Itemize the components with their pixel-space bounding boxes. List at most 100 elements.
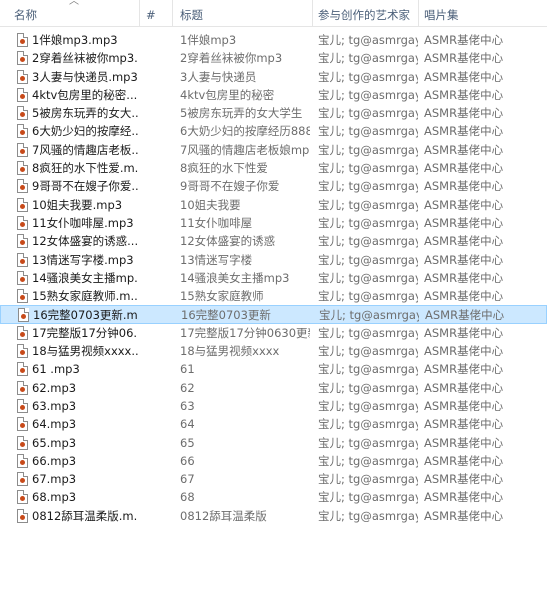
- file-artist: 宝儿; tg@asmrgay: [319, 308, 419, 323]
- file-name: 66.mp3: [32, 453, 77, 468]
- file-row[interactable]: 67.mp3 67 宝儿; tg@asmrgay ASMR基佬中心: [0, 470, 547, 488]
- audio-file-icon: [17, 325, 28, 340]
- file-title: 8疯狂的水下性爱: [180, 161, 268, 176]
- audio-badge-icon: [20, 386, 25, 392]
- audio-file-icon: [17, 51, 28, 66]
- column-header-bar: ︿ 名称 # 标题 参与创作的艺术家 唱片集: [0, 0, 547, 27]
- audio-badge-icon: [20, 459, 25, 465]
- file-title: 14骚浪美女主播mp3: [180, 270, 290, 285]
- audio-badge-icon: [20, 331, 25, 337]
- file-row[interactable]: 66.mp3 66 宝儿; tg@asmrgay ASMR基佬中心: [0, 452, 547, 470]
- file-title: 13情迷写字楼: [180, 252, 253, 267]
- file-album: ASMR基佬中心: [424, 161, 504, 176]
- audio-file-icon: [17, 344, 28, 359]
- file-title: 9哥哥不在嫂子你爱: [180, 179, 280, 194]
- file-name: 18与猛男视频xxxx....: [32, 344, 138, 359]
- file-row[interactable]: 61 .mp3 61 宝儿; tg@asmrgay ASMR基佬中心: [0, 360, 547, 378]
- file-artist: 宝儿; tg@asmrgay: [318, 362, 418, 377]
- column-header-artist[interactable]: 参与创作的艺术家: [314, 0, 418, 26]
- file-name: 3人妻与快递员.mp3: [32, 69, 138, 84]
- audio-badge-icon: [20, 57, 25, 63]
- file-artist: 宝儿; tg@asmrgay: [318, 417, 418, 432]
- file-row[interactable]: 12女体盛宴的诱惑.... 12女体盛宴的诱惑 宝儿; tg@asmrgay ASMR…: [0, 232, 547, 250]
- file-name: 17完整版17分钟06...: [32, 325, 138, 340]
- audio-badge-icon: [20, 130, 25, 136]
- file-row[interactable]: 2穿着丝袜被你mp3.... 2穿着丝袜被你mp3 宝儿; tg@asmrgay AS…: [0, 49, 547, 67]
- file-row[interactable]: 63.mp3 63 宝儿; tg@asmrgay ASMR基佬中心: [0, 397, 547, 415]
- audio-file-icon: [17, 270, 28, 285]
- file-album: ASMR基佬中心: [424, 362, 504, 377]
- column-divider[interactable]: [312, 0, 313, 26]
- file-row[interactable]: 0812舔耳温柔版.m... 0812舔耳温柔版 宝儿; tg@asmrgay ASM…: [0, 507, 547, 525]
- column-divider[interactable]: [139, 0, 140, 26]
- file-album: ASMR基佬中心: [424, 51, 504, 66]
- file-name: 67.mp3: [32, 472, 77, 487]
- file-name: 65.mp3: [32, 435, 77, 450]
- file-album: ASMR基佬中心: [424, 87, 504, 102]
- file-row[interactable]: 11女仆咖啡屋.mp3 11女仆咖啡屋 宝儿; tg@asmrgay ASMR基佬中心: [0, 214, 547, 232]
- file-row[interactable]: 65.mp3 65 宝儿; tg@asmrgay ASMR基佬中心: [0, 434, 547, 452]
- file-name: 9哥哥不在嫂子你爱...: [32, 179, 138, 194]
- file-row[interactable]: 15熟女家庭教师.m... 15熟女家庭教师 宝儿; tg@asmrgay ASMR基…: [0, 287, 547, 305]
- column-header-album[interactable]: 唱片集: [420, 0, 540, 26]
- file-row[interactable]: 6大奶少妇的按摩经... 6大奶少妇的按摩经历888 宝儿; tg@asmrgay A…: [0, 122, 547, 140]
- file-row[interactable]: 18与猛男视频xxxx.... 18与猛男视频xxxx 宝儿; tg@asmrgay…: [0, 342, 547, 360]
- file-name: 11女仆咖啡屋.mp3: [32, 215, 134, 230]
- file-artist: 宝儿; tg@asmrgay: [318, 124, 418, 139]
- file-name: 4ktv包房里的秘密....: [32, 87, 138, 102]
- file-album: ASMR基佬中心: [425, 308, 505, 323]
- file-artist: 宝儿; tg@asmrgay: [318, 51, 418, 66]
- column-header-number[interactable]: #: [142, 0, 172, 26]
- file-artist: 宝儿; tg@asmrgay: [318, 179, 418, 194]
- file-row[interactable]: 17完整版17分钟06... 17完整版17分钟0630更新 宝儿; tg@asmr…: [0, 324, 547, 342]
- file-album: ASMR基佬中心: [424, 453, 504, 468]
- file-row[interactable]: 8疯狂的水下性爱.m... 8疯狂的水下性爱 宝儿; tg@asmrgay ASMR基…: [0, 159, 547, 177]
- file-title: 5被房东玩弄的女大学生: [180, 106, 303, 121]
- audio-badge-icon: [20, 295, 25, 301]
- audio-badge-icon: [20, 368, 25, 374]
- file-name: 64.mp3: [32, 417, 77, 432]
- file-row[interactable]: 16完整0703更新.m... 16完整0703更新 宝儿; tg@asmrgay A…: [0, 305, 547, 324]
- audio-file-icon: [17, 289, 28, 304]
- file-title: 4ktv包房里的秘密: [180, 87, 275, 102]
- file-row[interactable]: 68.mp3 68 宝儿; tg@asmrgay ASMR基佬中心: [0, 488, 547, 506]
- file-row[interactable]: 64.mp3 64 宝儿; tg@asmrgay ASMR基佬中心: [0, 415, 547, 433]
- audio-file-icon: [17, 398, 28, 413]
- file-album: ASMR基佬中心: [424, 325, 504, 340]
- file-name: 1伴娘mp3.mp3: [32, 33, 118, 47]
- file-title: 65: [180, 435, 195, 450]
- column-divider[interactable]: [418, 0, 419, 26]
- audio-badge-icon: [21, 314, 26, 320]
- file-album: ASMR基佬中心: [424, 472, 504, 487]
- file-title: 10姐夫我要: [180, 197, 241, 212]
- audio-badge-icon: [20, 258, 25, 264]
- audio-file-icon: [17, 234, 28, 249]
- audio-file-icon: [17, 472, 28, 487]
- column-divider[interactable]: [172, 0, 173, 26]
- audio-badge-icon: [20, 478, 25, 484]
- file-row[interactable]: 9哥哥不在嫂子你爱... 9哥哥不在嫂子你爱 宝儿; tg@asmrgay ASMR基…: [0, 177, 547, 195]
- column-header-name[interactable]: 名称: [10, 0, 138, 26]
- file-name: 7风骚的情趣店老板...: [32, 142, 138, 157]
- file-name: 63.mp3: [32, 398, 77, 413]
- audio-badge-icon: [20, 240, 25, 246]
- file-artist: 宝儿; tg@asmrgay: [318, 69, 418, 84]
- file-row[interactable]: 1伴娘mp3.mp3 1伴娘mp3 宝儿; tg@asmrgay ASMR基佬中心: [0, 31, 547, 49]
- file-row[interactable]: 5被房东玩弄的女大... 5被房东玩弄的女大学生 宝儿; tg@asmrgay ASM…: [0, 104, 547, 122]
- file-artist: 宝儿; tg@asmrgay: [318, 87, 418, 102]
- file-row[interactable]: 3人妻与快递员.mp3 3人妻与快递员 宝儿; tg@asmrgay ASMR基佬中心: [0, 68, 547, 86]
- column-header-title[interactable]: 标题: [176, 0, 311, 26]
- file-title: 67: [180, 472, 195, 487]
- file-album: ASMR基佬中心: [424, 234, 504, 249]
- file-artist: 宝儿; tg@asmrgay: [318, 435, 418, 450]
- file-row[interactable]: 7风骚的情趣店老板... 7风骚的情趣店老板娘mp3 宝儿; tg@asmrgay A…: [0, 141, 547, 159]
- audio-file-icon: [17, 87, 28, 102]
- file-row[interactable]: 62.mp3 62 宝儿; tg@asmrgay ASMR基佬中心: [0, 379, 547, 397]
- audio-badge-icon: [20, 514, 25, 520]
- file-title: 15熟女家庭教师: [180, 289, 264, 304]
- audio-file-icon: [17, 179, 28, 194]
- file-row[interactable]: 13情迷写字楼.mp3 13情迷写字楼 宝儿; tg@asmrgay ASMR基佬中心: [0, 251, 547, 269]
- file-row[interactable]: 4ktv包房里的秘密.... 4ktv包房里的秘密 宝儿; tg@asmrgay AS…: [0, 86, 547, 104]
- file-row[interactable]: 14骚浪美女主播mp... 14骚浪美女主播mp3 宝儿; tg@asmrgay AS…: [0, 269, 547, 287]
- file-row[interactable]: 10姐夫我要.mp3 10姐夫我要 宝儿; tg@asmrgay ASMR基佬中心: [0, 196, 547, 214]
